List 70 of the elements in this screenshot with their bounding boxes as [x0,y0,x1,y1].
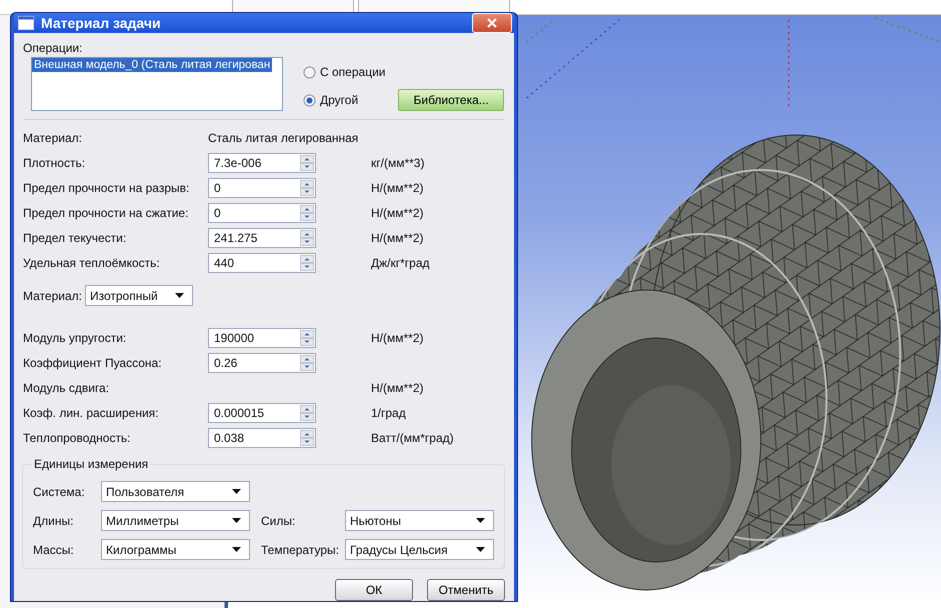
field-label: Модуль упругости: [23,331,128,345]
unit-label: Н/(мм**2) [371,181,425,195]
spin-field[interactable]: 0.000015 [208,403,316,423]
library-button[interactable]: Библиотека... [398,89,504,111]
unit-label: Н/(мм**2) [371,331,425,345]
close-icon [487,18,497,28]
group-title: Единицы измерения [31,457,152,471]
field-label: Плотность: [23,156,86,170]
dialog-button[interactable]: Отменить [427,579,505,601]
dialog-button[interactable]: ОК [335,579,413,601]
operations-list[interactable]: Внешная модель_0 (Сталь литая легирован [31,57,283,111]
caret-icon [476,547,485,552]
radio-option[interactable]: Другой [303,93,358,107]
spin-field[interactable]: 0.26 [208,353,316,373]
unit-label: Н/(мм**2) [371,206,425,220]
dropdown[interactable]: Изотропный [84,285,193,306]
field-label: Материал: [23,131,83,145]
field-label: Удельная теплоёмкость: [23,256,161,270]
field-label: Предел текучести: [23,231,128,245]
spin-field[interactable]: 0 [208,203,316,223]
close-button[interactable] [472,13,512,33]
spin-arrows-icon [300,355,314,371]
spin-arrows-icon [300,330,314,346]
unit-label: Дж/кг*град [371,256,431,270]
spin-arrows-icon [300,180,314,196]
unit-label: Ватт/(мм*град) [371,431,455,445]
unit-label: Н/(мм**2) [371,381,425,395]
spin-arrows-icon [300,205,314,221]
spin-field[interactable]: 190000 [208,328,316,348]
list-item[interactable]: Внешная модель_0 (Сталь литая легирован [32,58,272,72]
field-label: Модуль сдвига: [23,381,110,395]
spin-arrows-icon [300,255,314,271]
caret-icon [174,293,184,298]
spin-arrows-icon [300,230,314,246]
field-label: Массы: [33,542,75,556]
caret-icon [232,489,241,494]
field-label: Предел прочности на сжатие: [23,206,190,220]
field-label: Коэффициент Пуассона: [23,356,163,370]
spin-field[interactable]: 241.275 [208,228,316,248]
spin-field[interactable]: 0 [208,178,316,198]
field-label: Система: [33,484,86,498]
material-name: Сталь литая легированная [208,131,360,145]
field-label: Температуры: [261,542,340,556]
section-label: Операции: [23,41,84,57]
unit-label: кг/(мм**3) [371,156,426,170]
field-label: Длины: [33,514,74,528]
spin-arrows-icon [300,430,314,446]
dropdown[interactable]: Градусы Цельсия [345,539,494,560]
radio-option[interactable]: С операции [303,65,386,79]
dropdown[interactable]: Пользователя [101,481,250,502]
unit-label: Н/(мм**2) [371,231,425,245]
field-label: Теплопроводность: [23,431,132,445]
caret-icon [232,518,241,523]
spin-arrows-icon [300,155,314,171]
unit-label: 1/град [371,406,407,420]
caret-icon [476,518,485,523]
window-icon [18,16,34,30]
field-label: Предел прочности на разрыв: [23,181,190,195]
dropdown[interactable]: Ньютоны [345,510,494,531]
field-label: Коэф. лин. расширения: [23,406,160,420]
spin-arrows-icon [300,405,314,421]
spin-field[interactable]: 7.3e-006 [208,153,316,173]
field-label: Материал: [23,288,82,302]
spin-field[interactable]: 440 [208,253,316,273]
window-title: Материал задачи [41,15,162,31]
spin-field[interactable]: 0.038 [208,428,316,448]
dropdown[interactable]: Миллиметры [101,510,250,531]
dropdown[interactable]: Килограммы [101,539,250,560]
field-label: Силы: [261,514,296,528]
caret-icon [232,547,241,552]
